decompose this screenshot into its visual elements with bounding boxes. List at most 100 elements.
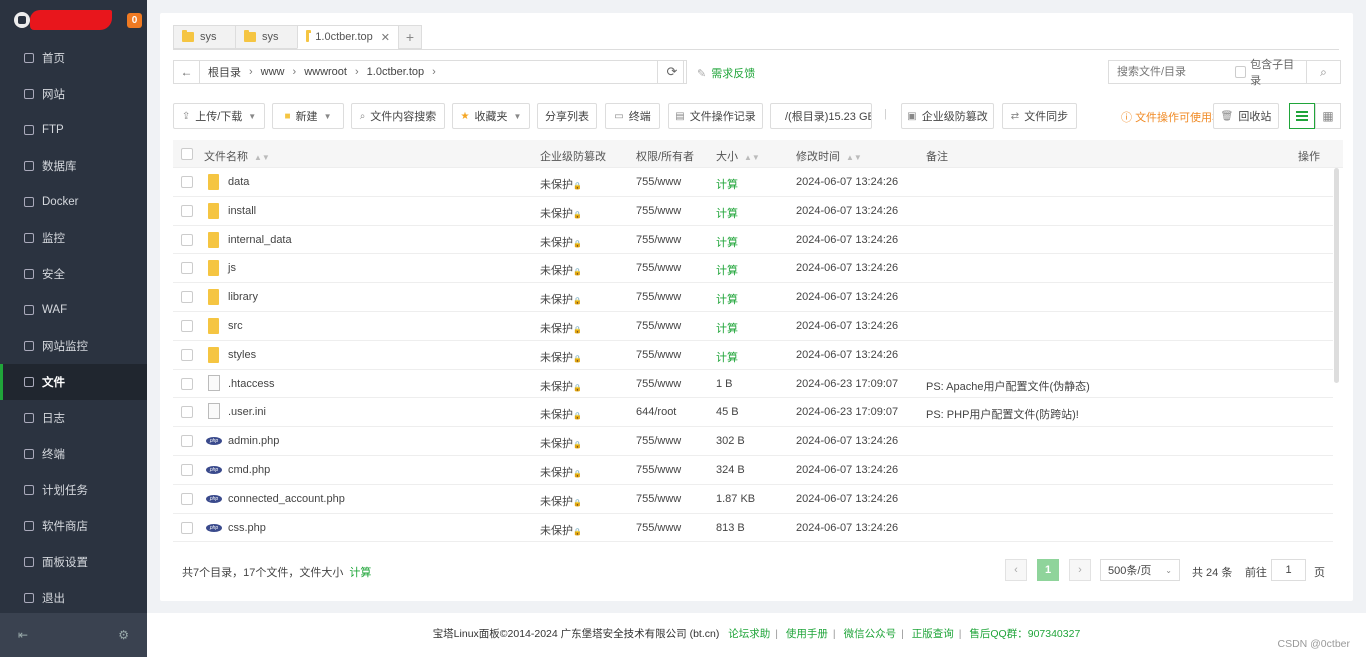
protect-status[interactable]: 未保护🔒	[540, 320, 582, 336]
table-row[interactable]: install 未保护🔒 755/www 计算 2024-06-07 13:24:26	[173, 197, 1333, 226]
close-icon[interactable]: ✕	[381, 31, 390, 44]
permission[interactable]: 755/www	[636, 205, 681, 217]
table-row[interactable]: src 未保护🔒 755/www 计算 2024-06-07 13:24:26	[173, 312, 1333, 341]
goto-page-input[interactable]	[1271, 559, 1306, 581]
page-size-select[interactable]: 500条/页 ⌄	[1100, 559, 1180, 581]
breadcrumb-wwwroot[interactable]: wwwroot	[296, 66, 355, 78]
protect-status[interactable]: 未保护🔒	[540, 522, 582, 538]
breadcrumb-site[interactable]: 1.0ctber.top	[359, 66, 433, 78]
permission[interactable]: 755/www	[636, 234, 681, 246]
calc-size-link[interactable]: 计算	[349, 567, 371, 579]
tab-sys-1[interactable]: sys	[173, 25, 236, 49]
table-row[interactable]: library 未保护🔒 755/www 计算 2024-06-07 13:24:26	[173, 283, 1333, 312]
permission[interactable]: 755/www	[636, 493, 681, 505]
disk-usage-button[interactable]: /(根目录)15.23 GB	[770, 103, 872, 129]
row-checkbox[interactable]	[181, 233, 193, 246]
scrollbar[interactable]	[1334, 168, 1339, 383]
permission[interactable]: 644/root	[636, 406, 676, 418]
permission[interactable]: 755/www	[636, 176, 681, 188]
list-view-button[interactable]	[1289, 103, 1315, 129]
table-row[interactable]: .user.ini 未保护🔒 644/root 45 B 2024-06-23 17:0…	[173, 398, 1333, 428]
sidebar-item-15[interactable]: 退出	[0, 580, 147, 616]
row-checkbox[interactable]	[181, 319, 193, 332]
notification-badge[interactable]: 0	[127, 13, 142, 28]
sidebar-item-12[interactable]: 计划任务	[0, 472, 147, 508]
column-name[interactable]: 文件名称 ▲▼	[204, 148, 270, 164]
table-row[interactable]: internal_data 未保护🔒 755/www 计算 2024-06-07 13:…	[173, 226, 1333, 255]
recycle-bin-button[interactable]: 🗑 回收站	[1213, 103, 1279, 129]
file-name[interactable]: .user.ini	[228, 406, 266, 418]
file-name[interactable]: connected_account.php	[228, 493, 345, 505]
file-name[interactable]: css.php	[228, 522, 266, 534]
grid-view-button[interactable]: ▦	[1315, 103, 1341, 129]
file-name[interactable]: data	[228, 176, 249, 188]
file-size[interactable]: 计算	[716, 291, 738, 307]
table-row[interactable]: data 未保护🔒 755/www 计算 2024-06-07 13:24:26	[173, 168, 1333, 197]
file-name[interactable]: internal_data	[228, 234, 292, 246]
file-size[interactable]: 计算	[716, 205, 738, 221]
protect-status[interactable]: 未保护🔒	[540, 464, 582, 480]
footer-link-license[interactable]: 正版查询	[912, 628, 954, 640]
table-row[interactable]: php cmd.php 未保护🔒 755/www 324 B 2024-06-07 13:…	[173, 456, 1333, 485]
permission[interactable]: 755/www	[636, 349, 681, 361]
row-checkbox[interactable]	[181, 176, 193, 188]
sidebar-item-2[interactable]: FTP	[0, 112, 147, 148]
row-checkbox[interactable]	[181, 204, 193, 217]
sidebar-item-5[interactable]: 监控	[0, 220, 147, 256]
search-icon[interactable]: ⌕	[1307, 65, 1340, 80]
sidebar-item-13[interactable]: 软件商店	[0, 508, 147, 544]
file-size[interactable]: 计算	[716, 176, 738, 192]
add-tab-button[interactable]: +	[398, 25, 422, 49]
tab-sys-2[interactable]: sys	[235, 25, 298, 49]
sidebar-item-10[interactable]: 日志	[0, 400, 147, 436]
protect-status[interactable]: 未保护🔒	[540, 234, 582, 250]
file-name[interactable]: js	[228, 262, 236, 274]
footer-link-qq[interactable]: 售后QQ群：907340327	[969, 628, 1080, 640]
refresh-icon[interactable]: ⟳	[657, 60, 687, 84]
tamper-protection-button[interactable]: ▣ 企业级防篡改	[901, 103, 994, 129]
column-size[interactable]: 大小 ▲▼	[716, 148, 760, 164]
file-name[interactable]: styles	[228, 349, 256, 361]
row-checkbox[interactable]	[181, 435, 193, 448]
row-checkbox[interactable]	[181, 463, 193, 476]
include-subdir-checkbox[interactable]: 包含子目录	[1235, 59, 1308, 87]
next-page-button[interactable]: ›	[1069, 559, 1091, 581]
tab-current-site[interactable]: 1.0ctber.top ✕	[297, 25, 399, 49]
footer-link-wechat[interactable]: 微信公众号	[844, 628, 897, 640]
footer-link-forum[interactable]: 论坛求助	[728, 628, 770, 640]
sidebar-item-9[interactable]: 文件	[0, 364, 147, 400]
protect-status[interactable]: 未保护🔒	[540, 262, 582, 278]
permission[interactable]: 755/www	[636, 464, 681, 476]
file-name[interactable]: src	[228, 320, 243, 332]
file-size[interactable]: 计算	[716, 320, 738, 336]
permission[interactable]: 755/www	[636, 291, 681, 303]
sidebar-item-7[interactable]: WAF	[0, 292, 147, 328]
feedback-link[interactable]: ✎ 需求反馈	[697, 65, 755, 81]
file-name[interactable]: cmd.php	[228, 464, 270, 476]
content-search-button[interactable]: ⌕ 文件内容搜索	[351, 103, 445, 129]
collapse-sidebar-icon[interactable]: ⇤	[18, 628, 28, 642]
file-size[interactable]: 计算	[716, 349, 738, 365]
sidebar-item-0[interactable]: 首页	[0, 40, 147, 76]
file-size[interactable]: 计算	[716, 234, 738, 250]
sidebar-settings-icon[interactable]: ⚙	[118, 628, 129, 642]
breadcrumb-root[interactable]: 根目录	[200, 64, 249, 80]
row-checkbox[interactable]	[181, 262, 193, 275]
prev-page-button[interactable]: ‹	[1005, 559, 1027, 581]
table-row[interactable]: php admin.php 未保护🔒 755/www 302 B 2024-06-07 1…	[173, 427, 1333, 456]
protect-status[interactable]: 未保护🔒	[540, 176, 582, 192]
protect-status[interactable]: 未保护🔒	[540, 406, 582, 422]
permission[interactable]: 755/www	[636, 522, 681, 534]
breadcrumb-www[interactable]: www	[253, 66, 293, 78]
back-arrow-icon[interactable]: ←	[174, 61, 200, 83]
table-row[interactable]: .htaccess 未保护🔒 755/www 1 B 2024-06-23 17:09:…	[173, 370, 1333, 399]
sidebar-item-8[interactable]: 网站监控	[0, 328, 147, 364]
protect-status[interactable]: 未保护🔒	[540, 378, 582, 394]
row-checkbox[interactable]	[181, 492, 193, 505]
select-all-checkbox[interactable]	[181, 148, 193, 160]
table-row[interactable]: php css.php 未保护🔒 755/www 813 B 2024-06-07 13:…	[173, 514, 1333, 542]
table-row[interactable]: php connected_account.php 未保护🔒 755/www 1.87 …	[173, 485, 1333, 514]
file-size[interactable]: 计算	[716, 262, 738, 278]
sidebar-item-11[interactable]: 终端	[0, 436, 147, 472]
sidebar-item-1[interactable]: 网站	[0, 76, 147, 112]
